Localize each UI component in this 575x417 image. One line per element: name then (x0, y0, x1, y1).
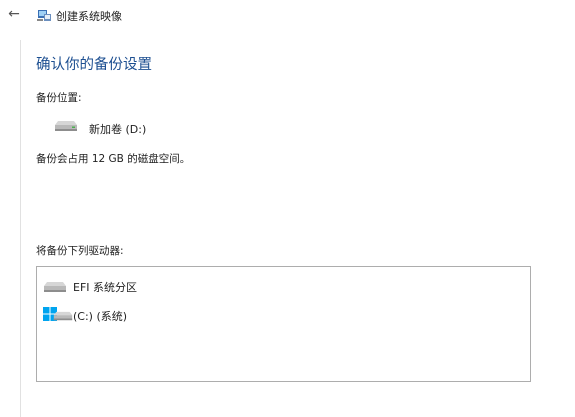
backup-location-label: 备份位置: (36, 92, 82, 104)
drive-icon (44, 282, 66, 292)
space-usage-text: 备份会占用 12 GB 的磁盘空间。 (36, 153, 191, 165)
back-arrow-icon[interactable]: ← (6, 6, 22, 22)
drives-list[interactable]: EFI 系统分区 (C:) (系统) (36, 266, 531, 382)
list-item-label: (C:) (系统) (73, 310, 128, 323)
page-heading: 确认你的备份设置 (36, 57, 152, 73)
backup-target-drive: 新加卷 (D:) (89, 123, 147, 136)
list-item-c-drive[interactable]: (C:) (系统) (43, 305, 343, 327)
divider (20, 40, 21, 417)
system-image-icon (37, 10, 51, 21)
window-title: 创建系统映像 (56, 10, 122, 23)
hard-drive-icon (55, 121, 77, 131)
drive-icon (53, 311, 73, 321)
drives-list-label: 将备份下列驱动器: (36, 245, 124, 257)
title-bar: ← 创建系统映像 (0, 0, 575, 30)
list-item-label: EFI 系统分区 (73, 281, 138, 294)
list-item-efi-partition[interactable]: EFI 系统分区 (43, 276, 343, 298)
